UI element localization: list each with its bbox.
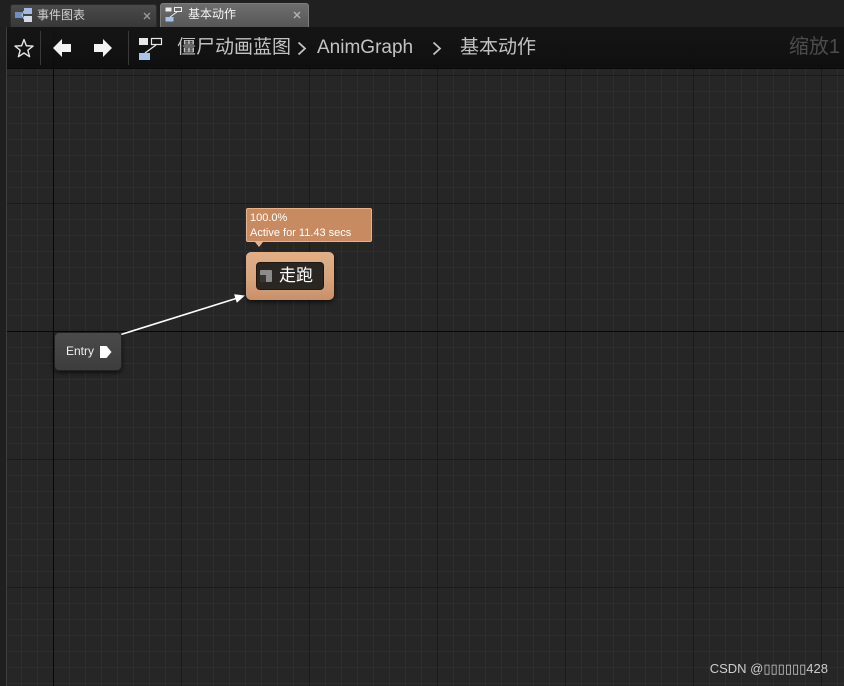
entry-node-label: Entry [66, 344, 95, 358]
anim-graph-editor: 事件图表 基本动作 Entry 100.0% Active for 11.43 … [0, 0, 844, 686]
entry-arrow-icon [100, 346, 112, 358]
favorite-button[interactable] [13, 38, 35, 59]
close-icon[interactable] [143, 12, 151, 20]
arrow-left-icon [53, 39, 71, 57]
graph-canvas[interactable]: Entry 100.0% Active for 11.43 secs 走跑 [6, 27, 844, 686]
state-machine-icon [139, 37, 163, 60]
document-tab-bar: 事件图表 基本动作 [0, 0, 844, 27]
forward-button[interactable] [93, 38, 113, 58]
state-icon [260, 270, 272, 282]
chevron-right-icon [297, 41, 307, 56]
state-node-label: 走跑 [279, 266, 313, 285]
state-node[interactable]: 走跑 [246, 252, 334, 300]
entry-node[interactable]: Entry [54, 332, 122, 371]
tab-event-graph[interactable]: 事件图表 [10, 4, 157, 27]
watermark: CSDN @▯▯▯▯▯▯428 [709, 661, 828, 676]
grid-origin-horizontal-line [7, 331, 844, 332]
state-debug-tooltip: 100.0% Active for 11.43 secs [246, 208, 372, 247]
star-icon [14, 38, 34, 58]
arrow-right-icon [94, 39, 112, 57]
state-machine-icon [165, 7, 182, 22]
tooltip-pointer [255, 242, 263, 247]
breadcrumb-current-graph[interactable]: 基本动作 [460, 36, 536, 60]
toolbar-separator [128, 31, 129, 65]
back-button[interactable] [52, 38, 72, 58]
graph-type-indicator [138, 36, 163, 61]
state-weight: 100.0% [250, 212, 288, 224]
close-icon[interactable] [293, 11, 301, 19]
zoom-level-label: 缩放1 [788, 36, 840, 58]
graph-breadcrumb-bar: 僵尸动画蓝图 AnimGraph 基本动作 缩放1 [7, 27, 844, 69]
state-active-time: Active for 11.43 secs [250, 227, 352, 239]
tab-label: 基本动作 [188, 7, 237, 21]
toolbar-separator [40, 31, 41, 65]
transition-wire [120, 294, 245, 336]
event-graph-icon [15, 8, 32, 22]
breadcrumb-blueprint[interactable]: 僵尸动画蓝图 [177, 36, 291, 60]
tab-label: 事件图表 [37, 8, 86, 22]
breadcrumb-animgraph[interactable]: AnimGraph [317, 36, 413, 60]
state-node-title: 走跑 [256, 262, 324, 290]
tab-state-machine[interactable]: 基本动作 [160, 3, 309, 27]
chevron-right-icon [432, 41, 442, 56]
